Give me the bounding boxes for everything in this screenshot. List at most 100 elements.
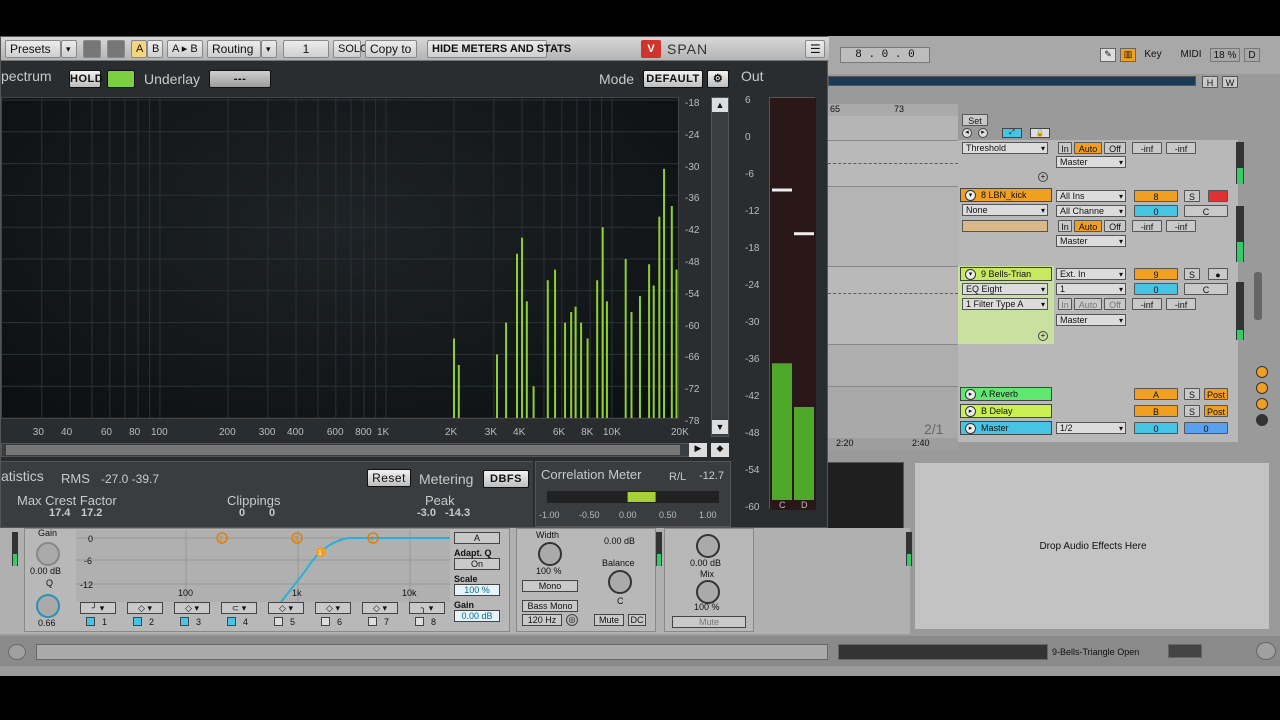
metering-select[interactable]: DBFS bbox=[483, 470, 529, 488]
track-8-activator[interactable]: 8 bbox=[1134, 190, 1178, 202]
band-4-toggle[interactable] bbox=[227, 617, 236, 626]
scale-value[interactable]: 100 % bbox=[454, 584, 500, 596]
solo-button[interactable]: S bbox=[1184, 190, 1200, 202]
track-9-input-select[interactable]: Ext. In bbox=[1056, 268, 1126, 280]
reset-button[interactable]: Reset bbox=[367, 469, 411, 487]
h-button[interactable]: H bbox=[1202, 76, 1218, 88]
arm-icon[interactable] bbox=[1208, 190, 1228, 202]
band-2-toggle[interactable] bbox=[133, 617, 142, 626]
track-9-device-select[interactable]: EQ Eight bbox=[962, 283, 1048, 295]
info-toggle-icon[interactable] bbox=[8, 644, 26, 660]
auto-button[interactable]: Auto bbox=[1074, 142, 1102, 154]
balance-value[interactable]: C bbox=[617, 596, 624, 606]
q-value[interactable]: 0.66 bbox=[38, 618, 56, 628]
overview-bar[interactable] bbox=[828, 76, 1196, 86]
w-button[interactable]: W bbox=[1222, 76, 1238, 88]
mute-button[interactable]: Mute bbox=[672, 616, 746, 628]
dev-gain-knob[interactable] bbox=[696, 534, 720, 558]
send-a-value[interactable]: -inf bbox=[1132, 298, 1162, 310]
a-button[interactable]: A bbox=[454, 532, 500, 544]
play-icon[interactable]: ▸ bbox=[965, 423, 976, 434]
add-icon[interactable]: + bbox=[1038, 172, 1048, 182]
band-8-filter-type[interactable]: ╮ ▾ bbox=[409, 602, 445, 614]
band-5-toggle[interactable] bbox=[274, 617, 283, 626]
returns-icon[interactable] bbox=[1256, 382, 1268, 394]
width-knob[interactable] bbox=[538, 542, 562, 566]
send-a-value[interactable]: -inf bbox=[1132, 220, 1162, 232]
vertical-scrollbar[interactable]: ▲ ▼ bbox=[711, 97, 729, 437]
return-a-activator[interactable]: A bbox=[1134, 388, 1178, 400]
track-9-activator[interactable]: 9 bbox=[1134, 268, 1178, 280]
a-state-button[interactable]: A bbox=[131, 40, 147, 58]
hold-color-swatch[interactable] bbox=[107, 70, 135, 88]
arm-icon[interactable]: ● bbox=[1208, 268, 1228, 280]
gain-value[interactable]: 0.00 dB bbox=[30, 566, 61, 576]
band-3-toggle[interactable] bbox=[180, 617, 189, 626]
undo-icon[interactable] bbox=[83, 40, 101, 58]
send-a-value[interactable]: -inf bbox=[1132, 142, 1162, 154]
position-display[interactable]: 8 . 0 . 0 bbox=[840, 47, 930, 63]
mixer-icon[interactable] bbox=[1256, 398, 1268, 410]
off-button[interactable]: Off bbox=[1104, 298, 1126, 310]
horizontal-scrollbar[interactable] bbox=[1, 443, 691, 457]
io-icon[interactable] bbox=[1256, 366, 1268, 378]
scroll-thumb[interactable] bbox=[6, 445, 680, 455]
track-8-header[interactable]: ▾ 8 LBN_kick bbox=[960, 188, 1052, 202]
send-b-value[interactable]: -inf bbox=[1166, 220, 1196, 232]
redo-icon[interactable] bbox=[107, 40, 125, 58]
track-8-channel-select[interactable]: All Channe bbox=[1056, 205, 1126, 217]
adapt-q-toggle[interactable]: On bbox=[454, 558, 500, 570]
diamond-icon[interactable]: ◆ bbox=[711, 443, 729, 457]
band-7-toggle[interactable] bbox=[368, 617, 377, 626]
b-state-button[interactable]: B bbox=[147, 40, 163, 58]
return-a-header[interactable]: ▸ A Reverb bbox=[960, 387, 1052, 401]
hide-meters-button[interactable]: HIDE METERS AND STATS bbox=[427, 40, 571, 58]
band-6-filter-type[interactable]: ◇ ▾ bbox=[315, 602, 351, 614]
output-select[interactable]: Master bbox=[1056, 156, 1126, 168]
q-knob[interactable] bbox=[36, 594, 60, 618]
auto-button[interactable]: Auto bbox=[1074, 220, 1102, 232]
solo-button[interactable]: SOLO bbox=[333, 40, 369, 58]
scroll-right-icon[interactable]: ▶ bbox=[689, 443, 707, 457]
spectrum-graph[interactable] bbox=[1, 97, 679, 419]
track-9-header[interactable]: ▾ 9 Bells-Trian bbox=[960, 267, 1052, 281]
return-b-header[interactable]: ▸ B Delay bbox=[960, 404, 1052, 418]
in-button[interactable]: In bbox=[1058, 298, 1072, 310]
master-pan[interactable]: 0 bbox=[1184, 422, 1228, 434]
band-3-filter-type[interactable]: ◇ ▾ bbox=[174, 602, 210, 614]
off-button[interactable]: Off bbox=[1104, 220, 1126, 232]
in-button[interactable]: In bbox=[1058, 220, 1072, 232]
presets-button[interactable]: Presets bbox=[5, 40, 61, 58]
solo-button[interactable]: S bbox=[1184, 405, 1200, 417]
routing-value[interactable]: 1 bbox=[283, 40, 329, 58]
forward-icon[interactable]: ▸ bbox=[978, 128, 988, 138]
track-8-pan[interactable]: C bbox=[1184, 205, 1228, 217]
mix-value[interactable]: 100 % bbox=[694, 602, 720, 612]
underlay-select[interactable]: --- bbox=[209, 70, 271, 88]
track-9-volume[interactable]: 0 bbox=[1134, 283, 1178, 295]
scroll-up-icon[interactable]: ▲ bbox=[712, 98, 728, 112]
routing-dropdown-icon[interactable]: ▾ bbox=[261, 40, 277, 58]
draw-mode-icon[interactable]: ✎ bbox=[1100, 48, 1116, 62]
post-button[interactable]: Post bbox=[1204, 405, 1228, 417]
play-icon[interactable]: ▸ bbox=[965, 406, 976, 417]
mix-knob[interactable] bbox=[696, 580, 720, 604]
master-header[interactable]: ▸ Master bbox=[960, 421, 1052, 435]
master-volume[interactable]: 0 bbox=[1134, 422, 1178, 434]
auto-button[interactable]: Auto bbox=[1074, 298, 1102, 310]
midi-map-button[interactable]: MIDI bbox=[1176, 48, 1206, 62]
presets-dropdown-icon[interactable]: ▾ bbox=[61, 40, 77, 58]
eq-curve-display[interactable]: 2 3 1 4 bbox=[76, 530, 450, 602]
track-9-param-select[interactable]: 1 Filter Type A bbox=[962, 298, 1048, 310]
band-1-filter-type[interactable]: ╯ ▾ bbox=[80, 602, 116, 614]
keyboard-icon[interactable]: ▥ bbox=[1120, 48, 1136, 62]
bass-mono-freq[interactable]: 120 Hz bbox=[522, 614, 562, 626]
solo-button[interactable]: S bbox=[1184, 388, 1200, 400]
track-8-output-select[interactable]: Master bbox=[1056, 235, 1126, 247]
set-button[interactable]: Set bbox=[962, 114, 988, 126]
track-8-device-select[interactable]: None bbox=[962, 204, 1048, 216]
mute-button[interactable]: Mute bbox=[594, 614, 624, 626]
routing-button[interactable]: Routing bbox=[207, 40, 261, 58]
follow-icon[interactable]: ⤢ bbox=[1002, 128, 1022, 138]
mode-select[interactable]: DEFAULT bbox=[643, 70, 703, 88]
